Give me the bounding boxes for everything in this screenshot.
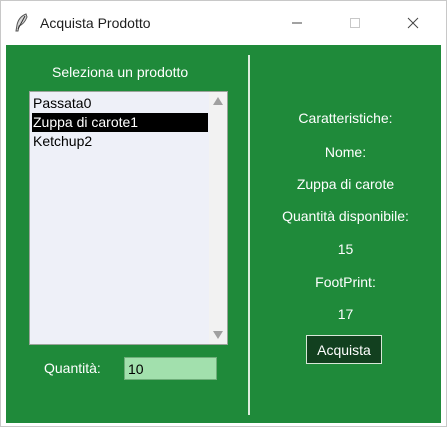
available-quantity-label: Quantità disponibile:	[282, 208, 409, 224]
product-listbox[interactable]: Passata0 Zuppa di carote1 Ketchup2	[29, 91, 228, 345]
title-bar[interactable]: Acquista Prodotto	[1, 1, 446, 45]
footprint-label: FootPrint:	[315, 274, 376, 290]
buy-button[interactable]: Acquista	[306, 335, 382, 364]
scroll-up-icon[interactable]	[213, 97, 223, 105]
maximize-icon	[350, 18, 360, 28]
quantity-label: Quantità:	[44, 360, 101, 376]
close-icon	[407, 17, 419, 29]
main-panel: Seleziona un prodotto Passata0 Zuppa di …	[6, 45, 441, 423]
product-item-2[interactable]: Ketchup2	[32, 132, 208, 151]
minimize-icon	[292, 22, 302, 24]
name-label: Nome:	[324, 144, 367, 160]
select-product-label: Seleziona un prodotto	[52, 64, 189, 80]
maximize-button[interactable]	[332, 1, 378, 45]
available-quantity-value: 15	[337, 241, 354, 257]
vertical-divider	[248, 55, 250, 415]
close-button[interactable]	[390, 1, 436, 45]
product-item-1[interactable]: Zuppa di carote1	[32, 113, 208, 132]
quantity-input[interactable]	[124, 357, 217, 380]
features-label: Caratteristiche:	[298, 110, 393, 126]
footprint-value: 17	[337, 306, 354, 322]
listbox-scrollbar[interactable]	[209, 92, 227, 344]
minimize-button[interactable]	[274, 1, 320, 45]
feather-icon	[13, 13, 31, 33]
scroll-down-icon[interactable]	[213, 331, 223, 339]
name-value: Zuppa di carote	[296, 176, 395, 192]
product-item-0[interactable]: Passata0	[32, 94, 208, 113]
window-title: Acquista Prodotto	[40, 15, 151, 31]
app-window: Acquista Prodotto Seleziona un prodotto …	[0, 0, 447, 427]
